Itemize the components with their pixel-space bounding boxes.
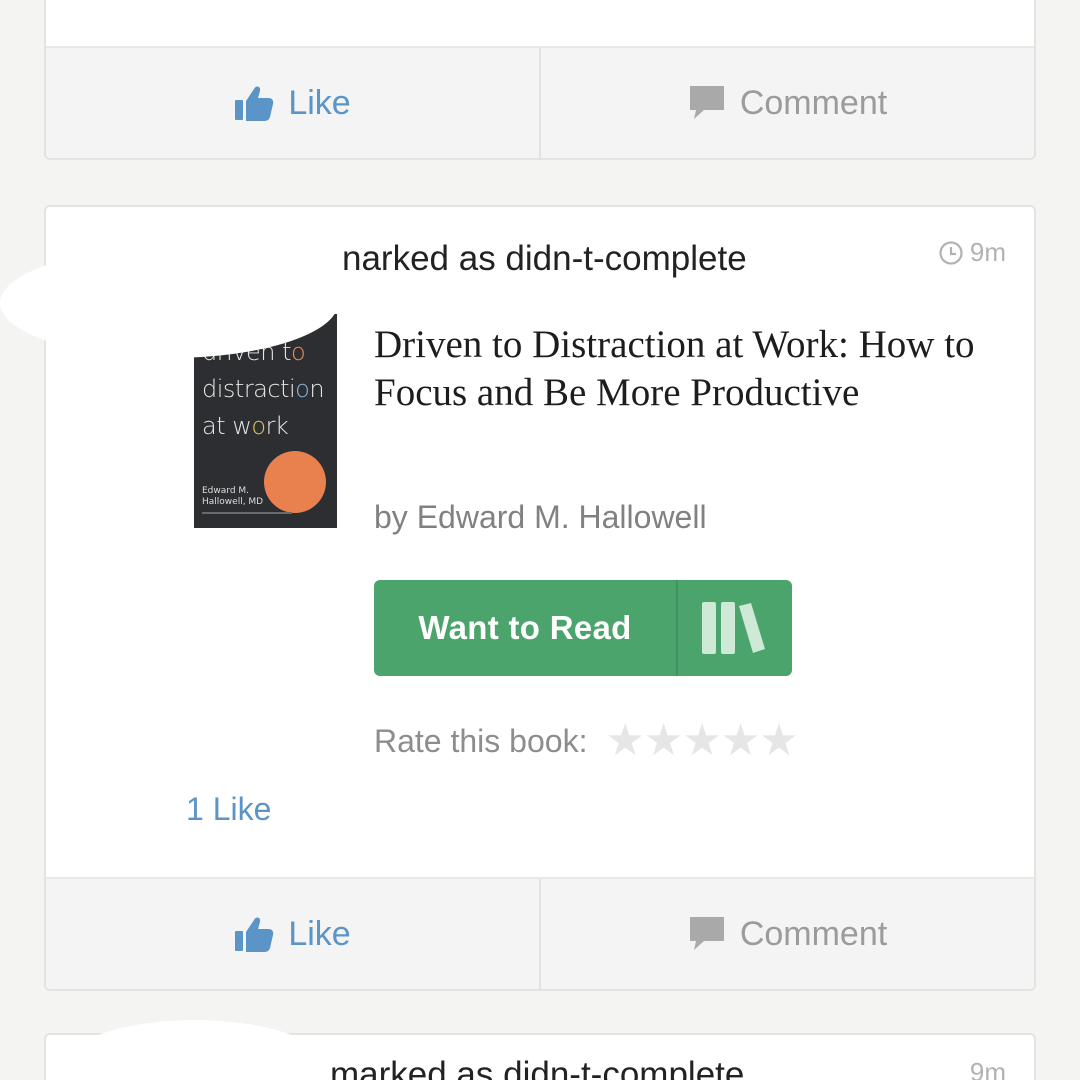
star-icon[interactable]: ★ [721, 719, 760, 763]
star-rating[interactable]: ★ ★ ★ ★ ★ [605, 719, 798, 763]
next-timestamp: 9m [969, 1057, 1006, 1080]
likes-count[interactable]: 1 Like [186, 791, 271, 828]
like-label: Like [288, 914, 351, 953]
previous-like-button[interactable]: Like [46, 48, 539, 158]
action-bar: Like Comment [46, 877, 1034, 989]
clock-icon [939, 240, 963, 265]
book-author[interactable]: by Edward M. Hallowell [374, 499, 707, 536]
redaction-patch [60, 1020, 330, 1080]
comment-button[interactable]: Comment [539, 879, 1034, 989]
want-to-read-button[interactable]: Want to Read [374, 580, 792, 676]
previous-comment-label: Comment [739, 83, 888, 122]
previous-action-bar: Like Comment [46, 46, 1034, 158]
want-to-read-label[interactable]: Want to Read [374, 580, 676, 676]
speech-bubble-icon [689, 917, 724, 950]
redaction-patch [0, 248, 338, 358]
previous-comment-button[interactable]: Comment [539, 48, 1034, 158]
star-icon[interactable]: ★ [644, 719, 683, 763]
like-button[interactable]: Like [46, 879, 539, 989]
cover-author-line-1: Edward M. [202, 486, 250, 496]
thumbs-up-icon [235, 86, 274, 121]
cover-author-line-2: Hallowell, MD [202, 497, 264, 507]
speech-bubble-icon [689, 86, 724, 119]
rate-label: Rate this book: [374, 722, 588, 759]
rate-book: Rate this book: ★ ★ ★ ★ ★ [374, 719, 799, 763]
timestamp: 9m [938, 237, 1006, 268]
star-icon[interactable]: ★ [605, 719, 644, 763]
star-icon[interactable]: ★ [759, 719, 798, 763]
book-title[interactable]: Driven to Distraction at Work: How to Fo… [374, 321, 994, 417]
activity-text: narked as didn-t-complete [342, 239, 747, 278]
bookshelf-icon [702, 602, 765, 654]
cover-title-line-2: distraction [202, 375, 325, 403]
thumbs-up-icon [235, 917, 274, 952]
cover-badge [264, 451, 326, 513]
star-icon[interactable]: ★ [682, 719, 721, 763]
cover-strip [202, 512, 292, 514]
cover-author: Edward M. Hallowell, MD [202, 486, 263, 508]
previous-feed-card: Like Comment [44, 0, 1036, 160]
timestamp-text: 9m [969, 237, 1006, 267]
comment-label: Comment [739, 914, 888, 953]
shelf-dropdown-button[interactable] [676, 580, 792, 676]
previous-like-label: Like [288, 83, 351, 122]
next-activity-text: marked as didn-t-complete [330, 1055, 745, 1080]
cover-title-line-3: at work [202, 412, 289, 440]
